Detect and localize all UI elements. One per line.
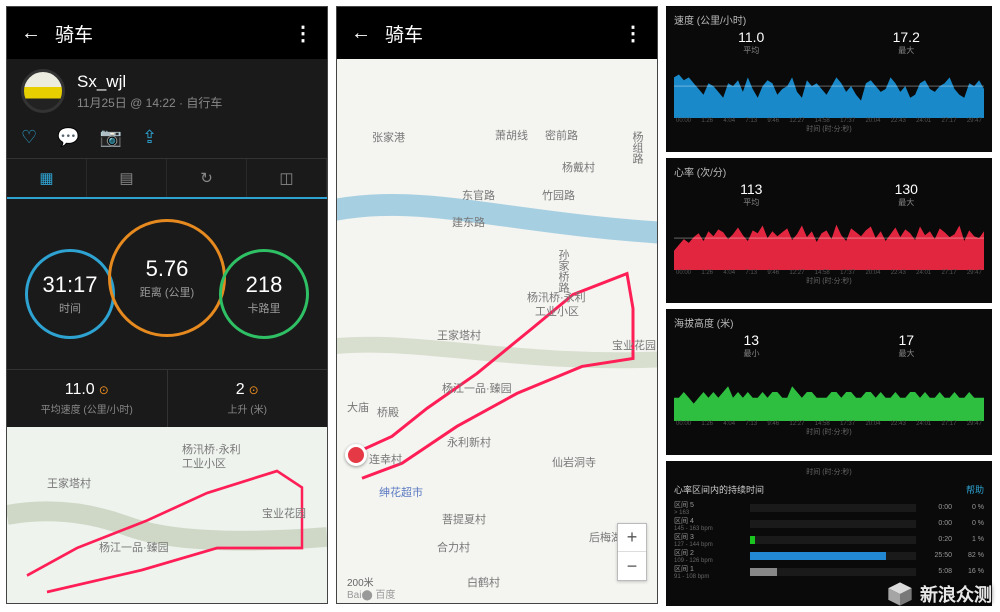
x-axis-label: 时间 (时:分:秒) <box>674 467 984 477</box>
map-label: 桥殿 <box>377 404 399 420</box>
map-label: 密前路 <box>545 127 578 143</box>
chart-elevation: 海拔高度 (米) 13最小 17最大 00:001:264:047:139:46… <box>666 309 992 455</box>
x-axis-label: 时间 (时:分:秒) <box>674 276 984 286</box>
map-label: 永利新村 <box>447 434 491 450</box>
map-label: 合力村 <box>437 539 470 555</box>
header: ← 骑车 ⋮ <box>7 7 327 59</box>
map-label: 杨组路 <box>629 131 645 164</box>
map-full[interactable]: 张家港 萧胡线 密前路 杨组路 杨戴村 东官路 竹园路 建东路 孙家桥路 杨汛桥… <box>337 59 657 603</box>
chart-speed: 速度 (公里/小时) 11.0平均 17.2最大 00:001:264:047:… <box>666 6 992 152</box>
map-label: 宝业花园 <box>262 505 306 521</box>
gauge-time: 31:17 时间 <box>25 249 115 339</box>
cube-icon <box>886 580 914 608</box>
tab-laps[interactable]: ↻ <box>167 159 247 197</box>
map-label: 杨江一品·臻园 <box>442 380 512 396</box>
zone-row: 区间 2109 - 126 bpm25:5082 % <box>674 548 984 564</box>
gauge-calories: 218 卡路里 <box>219 249 309 339</box>
tab-stats[interactable]: ▦ <box>7 159 87 197</box>
x-axis-label: 时间 (时:分:秒) <box>674 427 984 437</box>
user-name: Sx_wjl <box>77 72 222 92</box>
more-icon[interactable]: ⋮ <box>293 21 313 46</box>
gauge-cluster: 31:17 时间 5.76 距离 (公里) 218 卡路里 <box>7 199 327 369</box>
avatar[interactable] <box>21 69 65 113</box>
zone-row: 区间 3127 - 144 bpm0:201 % <box>674 532 984 548</box>
map-label: 绅花超市 <box>379 484 423 500</box>
stat-avg-speed[interactable]: 11.0⊙ 平均速度 (公里/小时) <box>7 370 168 427</box>
back-icon[interactable]: ← <box>351 22 371 45</box>
map-label: 建东路 <box>452 214 485 230</box>
map-label: 菩提夏村 <box>442 511 486 527</box>
user-row: Sx_wjl 11月25日 @ 14:22 · 自行车 <box>7 59 327 123</box>
map-label: 宝业花园 <box>612 337 656 353</box>
map-label: 萧胡线 <box>495 127 528 143</box>
watermark: 新浪众测 <box>886 580 992 608</box>
pulse-icon: ⊙ <box>249 383 259 397</box>
elev-area-chart <box>674 363 984 421</box>
chart-title: 海拔高度 (米) <box>674 315 984 330</box>
back-icon[interactable]: ← <box>21 22 41 45</box>
tab-notes[interactable]: ▤ <box>87 159 167 197</box>
zones-title: 心率区间内的持续时间 <box>674 483 764 496</box>
map-label: 东官路 <box>462 187 495 203</box>
map-label: 王家塔村 <box>47 475 91 491</box>
hr-area-chart <box>674 212 984 270</box>
tabbar: ▦ ▤ ↻ ◫ <box>7 159 327 199</box>
heart-icon[interactable]: ♡ <box>21 127 37 148</box>
map-label: 工业小区 <box>182 455 226 471</box>
map-label: 工业小区 <box>535 303 579 319</box>
comment-icon[interactable]: 💬 <box>57 127 79 148</box>
pulse-icon: ⊙ <box>99 383 109 397</box>
zoom-out-button[interactable]: − <box>618 552 646 580</box>
zone-row: 区间 4145 - 163 bpm0:000 % <box>674 516 984 532</box>
activity-map-panel: ← 骑车 ⋮ 张家港 萧胡线 密前路 杨组路 杨戴村 东官路 竹园路 建东路 孙… <box>336 6 658 604</box>
activity-summary-panel: ← 骑车 ⋮ Sx_wjl 11月25日 @ 14:22 · 自行车 ♡ 💬 📷… <box>6 6 328 604</box>
map-label: 白鹤村 <box>467 574 500 590</box>
share-icon[interactable]: ⇪ <box>142 127 157 148</box>
social-row: ♡ 💬 📷 ⇪ <box>7 123 327 159</box>
stat-ascent[interactable]: 2⊙ 上升 (米) <box>168 370 328 427</box>
chart-title: 心率 (次/分) <box>674 164 984 179</box>
map-label: 孙家桥路 <box>555 249 571 293</box>
map-mini[interactable]: 杨汛桥·永利 工业小区 王家塔村 宝业花园 杨江一品·臻园 <box>7 427 327 603</box>
x-axis-label: 时间 (时:分:秒) <box>674 124 984 134</box>
chart-title: 速度 (公里/小时) <box>674 12 984 27</box>
map-label: 仙岩洞寺 <box>552 454 596 470</box>
map-label: 连幸村 <box>369 451 402 467</box>
map-label: 杨江一品·臻园 <box>99 539 169 555</box>
map-label: 大庙 <box>347 399 369 415</box>
gauge-distance: 5.76 距离 (公里) <box>108 219 226 337</box>
chart-heartrate: 心率 (次/分) 113平均 130最大 00:001:264:047:139:… <box>666 158 992 304</box>
more-icon[interactable]: ⋮ <box>623 21 643 46</box>
zoom-control: + − <box>617 523 647 581</box>
camera-icon[interactable]: 📷 <box>100 127 122 148</box>
map-label: 竹园路 <box>542 187 575 203</box>
help-link[interactable]: 帮助 <box>966 483 984 496</box>
map-provider: Bai⬤ 百度 <box>347 586 395 601</box>
map-label: 王家塔村 <box>437 327 481 343</box>
zoom-in-button[interactable]: + <box>618 524 646 552</box>
charts-column: 速度 (公里/小时) 11.0平均 17.2最大 00:001:264:047:… <box>666 6 992 606</box>
zone-row: 区间 191 - 108 bpm5:0816 % <box>674 564 984 580</box>
tab-chart[interactable]: ◫ <box>247 159 327 197</box>
map-marker-icon <box>345 444 367 466</box>
map-label: 杨戴村 <box>562 159 595 175</box>
header: ← 骑车 ⋮ <box>337 7 657 59</box>
map-label: 张家港 <box>372 129 405 145</box>
stat-row: 11.0⊙ 平均速度 (公里/小时) 2⊙ 上升 (米) <box>7 369 327 427</box>
speed-area-chart <box>674 60 984 118</box>
zone-row: 区间 5> 1630:000 % <box>674 500 984 516</box>
page-title: 骑车 <box>385 20 609 47</box>
page-title: 骑车 <box>55 20 279 47</box>
activity-sub: 11月25日 @ 14:22 · 自行车 <box>77 94 222 111</box>
